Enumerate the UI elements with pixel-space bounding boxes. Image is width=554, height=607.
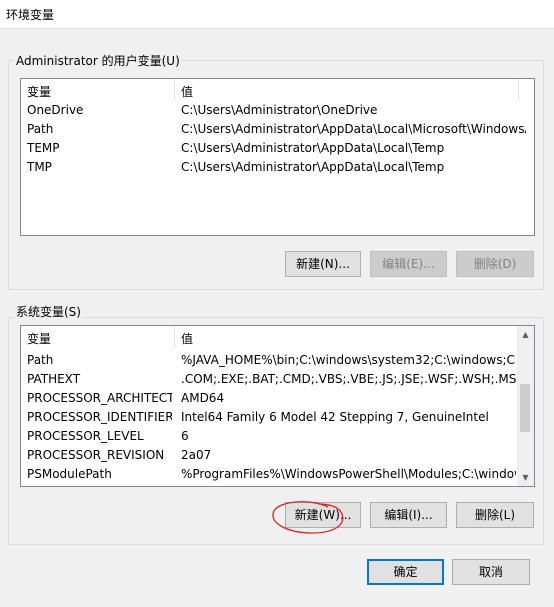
variable-name: PROCESSOR_IDENTIFIER: [27, 410, 172, 424]
variable-name: OneDrive: [27, 103, 84, 117]
variable-value: .COM;.EXE;.BAT;.CMD;.VBS;.VBE;.JS;.JSE;.…: [181, 372, 516, 386]
variable-value: 2a07: [181, 448, 212, 462]
variable-value: C:\Users\Administrator\AppData\Local\Mic…: [181, 122, 526, 136]
variable-value: C:\Users\Administrator\AppData\Local\Tem…: [181, 141, 445, 155]
user-new-button[interactable]: 新建(N)...: [285, 251, 361, 277]
table-row[interactable]: TEMP C:\Users\Administrator\AppData\Loca…: [21, 139, 534, 158]
variable-name: TEMP: [27, 141, 60, 155]
scroll-thumb[interactable]: [520, 384, 530, 432]
variable-name: PSModulePath: [27, 467, 112, 481]
system-list-scrollbar[interactable]: ▲ ▼: [517, 326, 534, 486]
table-row[interactable]: OneDrive C:\Users\Administrator\OneDrive: [21, 101, 534, 120]
variable-name: PROCESSOR_LEVEL: [27, 429, 144, 443]
table-row[interactable]: PROCESSOR_IDENTIFIER Intel64 Family 6 Mo…: [21, 408, 534, 427]
title-bar: 环境变量: [0, 0, 554, 29]
system-delete-button[interactable]: 删除(L): [456, 502, 534, 528]
variable-value: 6: [181, 429, 189, 443]
variable-value: AMD64: [181, 391, 225, 405]
user-variables-label: Administrator 的用户变量(U): [14, 52, 182, 69]
table-row[interactable]: Path C:\Users\Administrator\AppData\Loca…: [21, 120, 534, 139]
scroll-down-arrow-icon[interactable]: ▼: [517, 469, 534, 486]
variable-name: PATHEXT: [27, 372, 81, 386]
system-variables-list[interactable]: 变量 值 Path %JAVA_HOME%\bin;C:\windows\sys…: [20, 325, 535, 487]
ok-button[interactable]: 确定: [367, 559, 444, 585]
table-row[interactable]: PROCESSOR_ARCHITECT... AMD64: [21, 389, 534, 408]
variable-value: C:\Users\Administrator\OneDrive: [181, 103, 378, 117]
system-edit-button[interactable]: 编辑(I)...: [370, 502, 447, 528]
variable-name: Path: [27, 122, 54, 136]
window-title: 环境变量: [6, 8, 55, 22]
table-row[interactable]: PATHEXT .COM;.EXE;.BAT;.CMD;.VBS;.VBE;.J…: [21, 370, 534, 389]
column-header-name[interactable]: 变量: [27, 83, 51, 100]
system-variables-label: 系统变量(S): [14, 303, 83, 320]
column-header-value[interactable]: 值: [181, 330, 193, 347]
column-separator[interactable]: [174, 326, 175, 348]
scroll-up-arrow-icon[interactable]: ▲: [517, 326, 534, 343]
variable-name: PROCESSOR_REVISION: [27, 448, 165, 462]
user-edit-button[interactable]: 编辑(E)...: [370, 251, 447, 277]
system-list-header: 变量 值: [21, 326, 534, 348]
table-row[interactable]: PROCESSOR_LEVEL 6: [21, 427, 534, 446]
column-header-name[interactable]: 变量: [27, 330, 51, 347]
system-new-button[interactable]: 新建(W)...: [285, 502, 361, 528]
table-row[interactable]: TMP C:\Users\Administrator\AppData\Local…: [21, 158, 534, 177]
table-row[interactable]: Path %JAVA_HOME%\bin;C:\windows\system32…: [21, 351, 534, 370]
column-separator[interactable]: [518, 79, 519, 101]
column-separator[interactable]: [174, 79, 175, 101]
table-row[interactable]: PROCESSOR_REVISION 2a07: [21, 446, 534, 465]
variable-value: %ProgramFiles%\WindowsPowerShell\Modules…: [181, 467, 516, 481]
variable-name: TMP: [27, 160, 52, 174]
variable-value: %JAVA_HOME%\bin;C:\windows\system32;C:\w…: [181, 353, 516, 367]
user-variables-list[interactable]: 变量 值 OneDrive C:\Users\Administrator\One…: [20, 78, 535, 236]
table-row[interactable]: PSModulePath %ProgramFiles%\WindowsPower…: [21, 465, 534, 484]
variable-value: C:\Users\Administrator\AppData\Local\Tem…: [181, 160, 445, 174]
user-delete-button[interactable]: 删除(D): [456, 251, 534, 277]
user-list-header: 变量 值: [21, 79, 534, 101]
cancel-button[interactable]: 取消: [452, 559, 530, 585]
variable-value: Intel64 Family 6 Model 42 Stepping 7, Ge…: [181, 410, 489, 424]
variable-name: PROCESSOR_ARCHITECT...: [27, 391, 172, 405]
column-header-value[interactable]: 值: [181, 83, 193, 100]
variable-name: Path: [27, 353, 54, 367]
